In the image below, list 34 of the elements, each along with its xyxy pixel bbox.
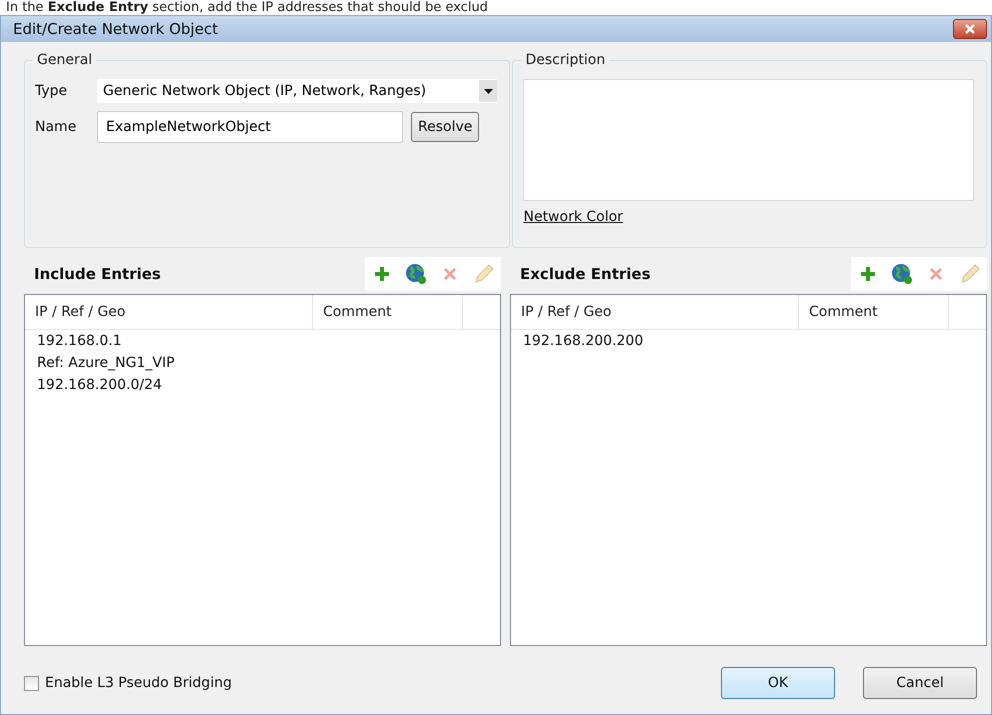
delete-icon — [443, 267, 457, 281]
plus-icon — [861, 267, 875, 281]
pencil-icon — [959, 263, 981, 285]
description-field[interactable] — [523, 79, 974, 201]
pencil-icon — [473, 263, 495, 285]
caption-text: In the Exclude Entry section, add the IP addresses that should be exclud — [5, 0, 489, 15]
group-legend: Description — [521, 52, 610, 68]
plus-icon — [375, 267, 389, 281]
caret-icon — [484, 88, 493, 94]
field-label: Type — [35, 83, 68, 99]
name-field[interactable]: ExampleNetworkObject — [97, 111, 403, 143]
bridging-checkbox[interactable]: Enable L3 Pseudo Bridging — [24, 675, 232, 691]
globe-icon — [891, 263, 913, 285]
dialog-button[interactable]: Cancel — [863, 667, 977, 699]
panel-title: Include Entries — [33, 265, 161, 283]
entry-row[interactable]: Ref: Azure_NG1_VIP — [25, 352, 500, 374]
window-title: Edit/Create Network Object — [13, 20, 218, 38]
column-header[interactable]: Comment — [799, 295, 949, 329]
resolve-button[interactable]: Resolve — [411, 112, 480, 142]
globe-icon — [405, 263, 427, 285]
network-color-link[interactable]: Network Color — [523, 209, 623, 225]
entry-row[interactable]: 192.168.200.200 — [511, 330, 986, 352]
delete-icon — [929, 267, 943, 281]
field-label: Name — [35, 119, 78, 135]
type-dropdown[interactable]: Generic Network Object (IP, Network, Ranges) — [97, 79, 498, 103]
entry-row[interactable]: 192.168.0.1 — [25, 330, 500, 352]
dialog-button[interactable]: OK — [721, 667, 835, 699]
close-icon — [964, 23, 976, 35]
column-header[interactable]: IP / Ref / Geo — [511, 295, 799, 329]
column-header[interactable]: IP / Ref / Geo — [25, 295, 313, 329]
panel-title: Exclude Entries — [519, 265, 651, 283]
close-button[interactable] — [953, 19, 987, 39]
entry-row[interactable]: 192.168.200.0/24 — [25, 374, 500, 396]
column-header[interactable]: Comment — [313, 295, 463, 329]
